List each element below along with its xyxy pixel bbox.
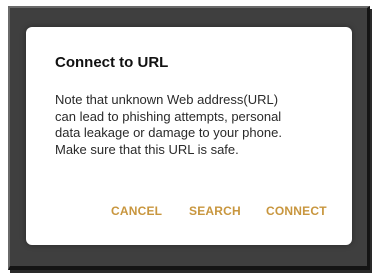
connect-button[interactable]: CONNECT	[266, 204, 327, 218]
message-line-2: can lead to phishing attempts, personal	[55, 108, 282, 124]
dialog-title: Connect to URL	[55, 54, 169, 71]
message-line-4: Make sure that this URL is safe.	[55, 141, 239, 157]
message-line-3: data leakage or damage to your phone.	[55, 125, 282, 140]
cancel-button[interactable]: CANCEL	[111, 204, 162, 218]
message-line-1: Note that unknown Web address(URL)	[55, 92, 279, 107]
dialog-message: Note that unknown Web address(URL) can l…	[55, 92, 305, 158]
dialog-actions: CANCEL SEARCH CONNECT	[26, 204, 352, 224]
connect-url-dialog: Connect to URL Note that unknown Web add…	[26, 27, 352, 245]
search-button[interactable]: SEARCH	[189, 204, 241, 218]
